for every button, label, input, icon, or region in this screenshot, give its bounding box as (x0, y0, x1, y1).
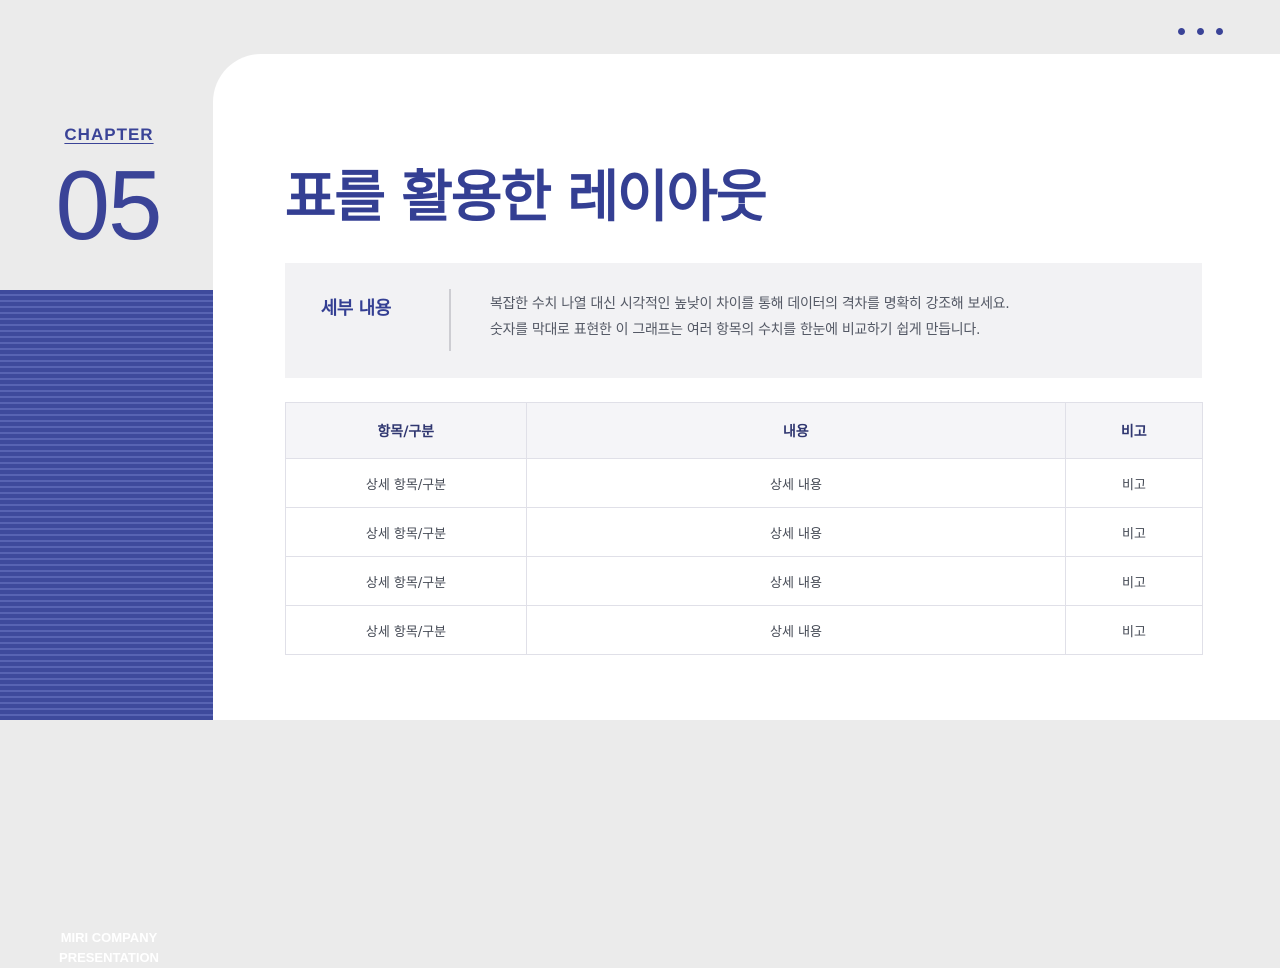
table-cell-category: 상세 항목/구분 (285, 605, 527, 655)
info-divider (449, 289, 451, 351)
company-name-line2: PRESENTATION (59, 950, 159, 965)
table-header-category: 항목/구분 (285, 402, 527, 459)
info-description-line2: 숫자를 막대로 표현한 이 그래프는 여러 항목의 수치를 한눈에 비교하기 쉽… (490, 322, 981, 338)
table-row: 상세 항목/구분 상세 내용 비고 (285, 507, 1203, 557)
table-header-row: 항목/구분 내용 비고 (285, 402, 1203, 459)
dot (1197, 28, 1204, 35)
page-title: 표를 활용한 레이아웃 (285, 165, 768, 230)
chapter-number: 05 (55, 150, 162, 260)
info-box: 세부 내용 복잡한 수치 나열 대신 시각적인 높낮이 차이를 통해 데이터의 … (285, 263, 1202, 378)
chapter-label: CHAPTER (64, 125, 154, 144)
table-cell-category: 상세 항목/구분 (285, 458, 527, 508)
info-label: 세부 내용 (321, 298, 392, 319)
sidebar-header: CHAPTER 05 (0, 0, 213, 290)
company-name-line1: MIRI COMPANY (60, 930, 158, 945)
table-row: 상세 항목/구분 상세 내용 비고 (285, 605, 1203, 655)
table-row: 상세 항목/구분 상세 내용 비고 (285, 556, 1203, 606)
table-row: 상세 항목/구분 상세 내용 비고 (285, 458, 1203, 508)
striped-sidebar-panel: MIRI COMPANY PRESENTATION (0, 290, 213, 965)
table-cell-note: 비고 (1065, 556, 1203, 606)
table-cell-category: 상세 항목/구분 (285, 556, 527, 606)
table-cell-content: 상세 내용 (526, 507, 1066, 557)
table-cell-content: 상세 내용 (526, 556, 1066, 606)
table-cell-note: 비고 (1065, 605, 1203, 655)
table-cell-note: 비고 (1065, 458, 1203, 508)
info-description: 복잡한 수치 나열 대신 시각적인 높낮이 차이를 통해 데이터의 격차를 명확… (490, 291, 1180, 343)
dot (1178, 28, 1185, 35)
info-description-line1: 복잡한 수치 나열 대신 시각적인 높낮이 차이를 통해 데이터의 격차를 명확… (490, 296, 1010, 312)
dot (1216, 28, 1223, 35)
table-cell-content: 상세 내용 (526, 458, 1066, 508)
company-name: MIRI COMPANY PRESENTATION (0, 928, 218, 968)
table-header-note: 비고 (1065, 402, 1203, 459)
more-horizontal-icon[interactable] (1178, 28, 1223, 40)
table-cell-note: 비고 (1065, 507, 1203, 557)
table-header-content: 내용 (526, 402, 1066, 459)
data-table: 항목/구분 내용 비고 상세 항목/구분 상세 내용 비고 상세 항목/구분 상… (285, 402, 1203, 655)
table-cell-category: 상세 항목/구분 (285, 507, 527, 557)
table-cell-content: 상세 내용 (526, 605, 1066, 655)
